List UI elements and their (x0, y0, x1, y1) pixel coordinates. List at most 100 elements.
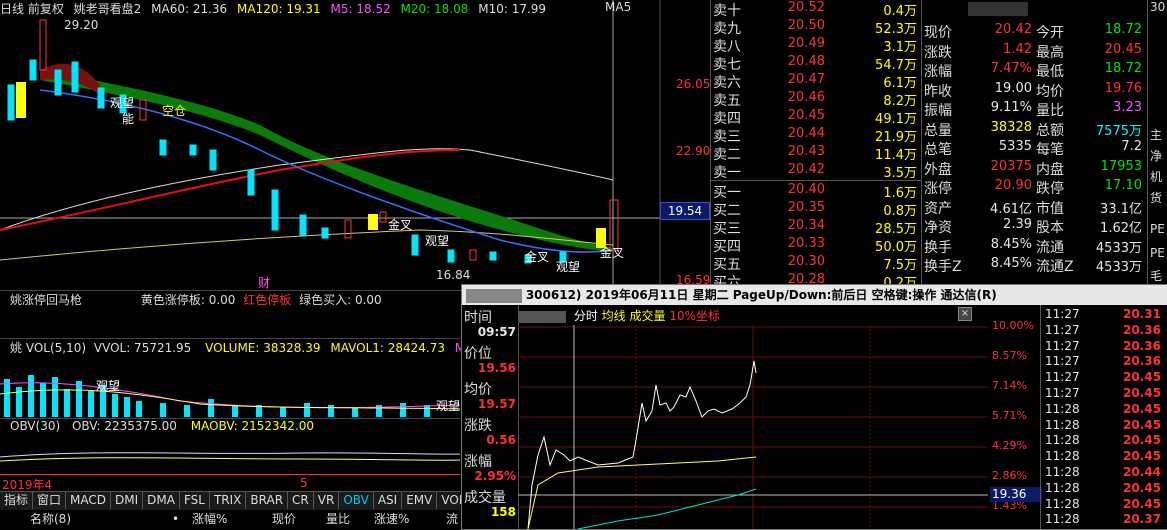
tick-price: 20.45 (1123, 417, 1161, 432)
buy-level-volume: 0.8万 (883, 204, 917, 219)
sell-level-price[interactable]: 20.52 (773, 0, 825, 15)
intraday-popup[interactable]: 300612) 2019年06月11日 星期二 PageUp/Down:前后日 … (461, 284, 1167, 530)
sell-level-price[interactable]: 20.48 (773, 54, 825, 69)
sell-level-price[interactable]: 20.42 (773, 162, 825, 177)
signal-cai: 财 (258, 276, 271, 290)
low-price-label: 16.84 (436, 268, 471, 282)
side-label: PE (1150, 222, 1165, 236)
tick-time: 11:28 (1045, 417, 1080, 432)
col-price[interactable]: 现价 (272, 510, 296, 528)
quote-panel: 现价 20.42 今开 18.72 涨跌 1.42 最高 20.45 涨幅 7.47% 最低 18.7… (921, 0, 1147, 290)
buy-level-volume: 28.5万 (875, 222, 917, 237)
tab-brar[interactable]: BRAR (246, 492, 289, 509)
col-name[interactable]: 名称(8) (30, 510, 71, 528)
quote-value: 7.2 (1121, 139, 1142, 154)
tick-time: 11:27 (1045, 322, 1080, 337)
tab-dmi[interactable]: DMI (111, 492, 144, 509)
tab-asi[interactable]: ASI (374, 492, 403, 509)
quote-value: 1.42 (1003, 41, 1032, 57)
sell-level-price[interactable]: 20.46 (773, 90, 825, 105)
sell-level-price[interactable]: 20.47 (773, 72, 825, 87)
m5-value: M5: 18.52 (330, 2, 391, 16)
vol-signal-guanwang: 观望 (96, 379, 121, 393)
tick-price: 20.45 (1123, 433, 1161, 448)
popup-field-label: 均价 (464, 382, 492, 398)
strategy-name[interactable]: 姚涨停回马枪 (10, 293, 82, 307)
quote-label: 现价 (924, 25, 952, 41)
vol-signal-guanwang-2: 观望 (436, 399, 461, 413)
quote-value: 19.00 (994, 80, 1032, 96)
date-label: 5 (300, 476, 308, 490)
tab-indicator[interactable]: 指标 (0, 492, 34, 509)
price-axis-label: 26.05 (676, 77, 711, 91)
tab-cr[interactable]: CR (288, 492, 314, 509)
obv-panel[interactable]: OBV(30) OBV: 2235375.00 MAOBV: 2152342.0… (0, 418, 460, 475)
tick-price: 20.45 (1123, 386, 1161, 400)
tab-window[interactable]: 窗口 (33, 492, 67, 509)
popup-field-label: 价位 (464, 346, 492, 362)
buy-level-price[interactable]: 20.35 (773, 200, 825, 215)
popup-data-panel: 时间 09:57 价位 19.56 均价 19.57 涨跌 0.56 涨幅 2.95% 成交量 158 (462, 305, 519, 529)
popup-title-bar[interactable]: 300612) 2019年06月11日 星期二 PageUp/Down:前后日 … (462, 285, 1167, 305)
tick-price: 20.45 (1123, 370, 1161, 385)
sell-level-label: 卖二 (713, 147, 741, 163)
buy-level-price[interactable]: 20.33 (773, 236, 825, 251)
kline-chart[interactable]: 日线 前复权 姚老哥看盘2 MA60: 21.36 MA120: 19.31 M… (0, 0, 711, 290)
indicator-name[interactable]: 姚老哥看盘2 (74, 0, 142, 17)
popup-close-button[interactable]: × (958, 307, 972, 321)
sell-level-price[interactable]: 20.44 (773, 126, 825, 141)
quote-label: 流通Z (1036, 259, 1074, 275)
tick-time: 11:27 (1045, 354, 1080, 369)
tab-macd[interactable]: MACD (66, 492, 112, 509)
sell-level-price[interactable]: 20.50 (773, 18, 825, 33)
quote-label: 最高 (1036, 44, 1064, 61)
chart-period-title[interactable]: 日线 前复权 (0, 0, 64, 17)
side-label: 机 (1150, 170, 1163, 184)
sell-level-label: 卖四 (713, 111, 741, 127)
sell-level-volume: 49.1万 (875, 112, 917, 127)
quote-value: 18.72 (1104, 61, 1142, 76)
tab-trix[interactable]: TRIX (210, 492, 247, 509)
sell-level-volume: 0.4万 (883, 4, 917, 19)
quote-value: 4533万 (1095, 240, 1142, 256)
quote-value: 4533万 (1095, 260, 1142, 275)
m10-value: M10: 17.99 (478, 2, 547, 16)
popup-field-value: 19.56 (478, 361, 516, 375)
col-flow[interactable]: 流 (446, 510, 458, 528)
tick-time: 11:28 (1045, 480, 1080, 495)
tick-price: 20.44 (1123, 465, 1161, 479)
buy-level-price[interactable]: 20.34 (773, 218, 825, 233)
tick-time: 11:28 (1045, 496, 1080, 511)
tab-fsl[interactable]: FSL (180, 492, 210, 509)
sell-level-label: 卖十 (713, 3, 741, 19)
col-change-pct[interactable]: 涨幅% (192, 510, 227, 528)
sell-level-price[interactable]: 20.49 (773, 36, 825, 51)
col-speed[interactable]: 涨速% (374, 510, 409, 528)
tick-time: 11:28 (1045, 465, 1080, 479)
tab-vr[interactable]: VR (314, 492, 340, 509)
pct-axis-label: 8.57% (992, 349, 1027, 362)
side-label: 30 (1150, 0, 1166, 14)
tab-dma[interactable]: DMA (143, 492, 180, 509)
tick-price: 20.45 (1123, 480, 1161, 495)
tick-time: 11:27 (1045, 370, 1080, 385)
side-label: 毛 (1150, 269, 1163, 283)
m20-value: M20: 18.08 (400, 2, 469, 16)
quote-value: 20.45 (1104, 41, 1142, 57)
buy-level-price[interactable]: 20.30 (773, 254, 825, 269)
quote-value: 33.1亿 (1100, 201, 1142, 217)
volume-panel[interactable]: 姚 VOL(5,10) VVOL: 75721.95 VOLUME: 38328… (0, 338, 481, 419)
buy-level-price[interactable]: 20.40 (773, 182, 825, 197)
mode-intraday[interactable]: 分时 (574, 309, 598, 323)
tab-emv[interactable]: EMV (402, 492, 438, 509)
volume-bars (4, 375, 430, 417)
tab-obv[interactable]: OBV (339, 492, 374, 509)
quote-label: 昨收 (924, 83, 952, 100)
col-volume-ratio[interactable]: 量比 (326, 510, 350, 528)
buy-level-label: 买五 (713, 257, 741, 273)
sell-level-label: 卖九 (713, 21, 741, 37)
high-price-label: 29.20 (64, 18, 99, 32)
sell-level-price[interactable]: 20.45 (773, 108, 825, 123)
volume-svg (0, 375, 460, 417)
sell-level-price[interactable]: 20.43 (773, 144, 825, 159)
